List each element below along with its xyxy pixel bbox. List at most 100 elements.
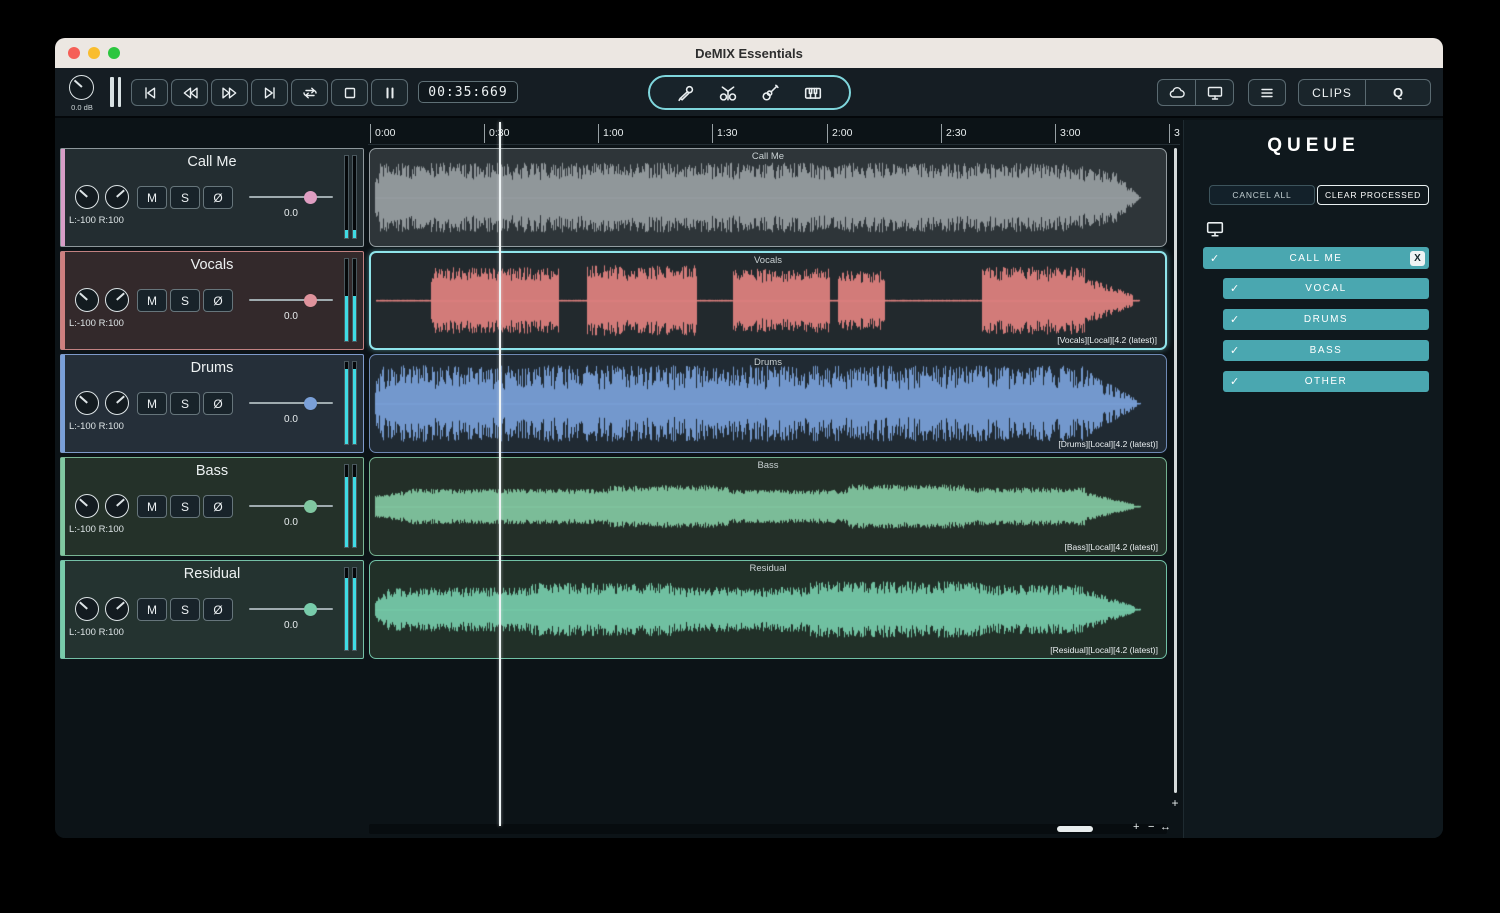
- queue-job-row[interactable]: ✓ CALL ME X: [1203, 247, 1429, 269]
- queue-stem-name: VOCAL: [1305, 283, 1347, 294]
- track-buttons: M S Ø: [137, 495, 233, 518]
- pan-right-knob[interactable]: [105, 494, 129, 518]
- timeline-tick: 1:30: [712, 124, 737, 143]
- rewind-button[interactable]: [171, 79, 208, 106]
- pause-button[interactable]: [371, 79, 408, 106]
- mute-button[interactable]: M: [137, 598, 167, 621]
- vertical-scrollbar[interactable]: [1174, 148, 1177, 793]
- minimize-window-button[interactable]: [88, 47, 100, 59]
- track-header-drums[interactable]: Drums M S Ø 0.0 L:-100 R:100: [60, 354, 364, 453]
- pan-left-knob[interactable]: [75, 185, 99, 209]
- monitor-icon: [1207, 86, 1222, 100]
- mute-button[interactable]: M: [137, 186, 167, 209]
- horizontal-scrollbar[interactable]: [369, 824, 1167, 834]
- skip-to-end-button[interactable]: [251, 79, 288, 106]
- drums-icon[interactable]: [716, 84, 740, 102]
- track-header-vocals[interactable]: Vocals M S Ø 0.0 L:-100 R:100: [60, 251, 364, 350]
- pan-right-knob[interactable]: [105, 597, 129, 621]
- volume-slider-handle[interactable]: [304, 499, 317, 513]
- check-icon: ✓: [1230, 283, 1240, 295]
- close-window-button[interactable]: [68, 47, 80, 59]
- local-process-button[interactable]: [1195, 79, 1234, 106]
- queue-button[interactable]: Q: [1365, 79, 1431, 106]
- solo-button[interactable]: S: [170, 392, 200, 415]
- solo-button[interactable]: S: [170, 495, 200, 518]
- volume-value: 0.0: [284, 517, 298, 528]
- solo-button[interactable]: S: [170, 186, 200, 209]
- master-gain-label: 0.0 dB: [71, 103, 93, 112]
- master-gain-knob[interactable]: [69, 75, 94, 100]
- zoom-window-button[interactable]: [108, 47, 120, 59]
- audio-region-call-me[interactable]: Call Me: [369, 148, 1167, 247]
- volume-slider[interactable]: [249, 601, 333, 617]
- phase-button[interactable]: Ø: [203, 186, 233, 209]
- zoom-fit-icon[interactable]: ↔: [1160, 821, 1171, 833]
- timeline-ruler[interactable]: 0:00 0:30 1:00 1:30 2:00 2:30 3:00 3: [368, 122, 1180, 145]
- pan-left-knob[interactable]: [75, 597, 99, 621]
- track-header-bass[interactable]: Bass M S Ø 0.0 L:-100 R:100: [60, 457, 364, 556]
- volume-value: 0.0: [284, 208, 298, 219]
- pan-right-knob[interactable]: [105, 391, 129, 415]
- volume-slider[interactable]: [249, 189, 333, 205]
- phase-button[interactable]: Ø: [203, 598, 233, 621]
- audio-region-vocals[interactable]: Vocals [Vocals][Local][4.2 (latest)]: [369, 251, 1167, 350]
- fast-forward-button[interactable]: [211, 79, 248, 106]
- solo-button[interactable]: S: [170, 598, 200, 621]
- mute-button[interactable]: M: [137, 392, 167, 415]
- waveform-canvas: [372, 151, 1164, 244]
- mute-button[interactable]: M: [137, 495, 167, 518]
- playhead[interactable]: [499, 122, 501, 826]
- stem-selector: [648, 75, 851, 110]
- remove-job-button[interactable]: X: [1410, 250, 1425, 266]
- phase-button[interactable]: Ø: [203, 289, 233, 312]
- audio-region-drums[interactable]: Drums [Drums][Local][4.2 (latest)]: [369, 354, 1167, 453]
- cloud-icon: [1169, 86, 1185, 98]
- fast-forward-icon: [221, 87, 236, 98]
- mute-button[interactable]: M: [137, 289, 167, 312]
- microphone-icon[interactable]: [674, 84, 696, 102]
- pan-left-knob[interactable]: [75, 288, 99, 312]
- pan-left-knob[interactable]: [75, 391, 99, 415]
- volume-slider[interactable]: [249, 498, 333, 514]
- pan-right-knob[interactable]: [105, 288, 129, 312]
- clips-button[interactable]: CLIPS: [1298, 79, 1366, 106]
- cloud-process-button[interactable]: [1157, 79, 1196, 106]
- volume-value: 0.0: [284, 311, 298, 322]
- loop-button[interactable]: [291, 79, 328, 106]
- region-title: Vocals: [754, 255, 782, 266]
- zoom-in-button[interactable]: +: [1133, 821, 1139, 833]
- guitar-icon[interactable]: [759, 84, 781, 102]
- volume-slider[interactable]: [249, 395, 333, 411]
- phase-button[interactable]: Ø: [203, 392, 233, 415]
- pan-left-knob[interactable]: [75, 494, 99, 518]
- volume-slider-handle[interactable]: [304, 396, 317, 410]
- solo-button[interactable]: S: [170, 289, 200, 312]
- volume-slider-handle[interactable]: [304, 190, 317, 204]
- cancel-all-button[interactable]: CANCEL ALL: [1209, 185, 1315, 205]
- piano-icon[interactable]: [801, 84, 825, 102]
- queue-stem-row-vocal[interactable]: ✓ VOCAL: [1223, 278, 1429, 299]
- track-header-residual[interactable]: Residual M S Ø 0.0 L:-100 R:100: [60, 560, 364, 659]
- waveform-canvas: [372, 563, 1164, 656]
- volume-slider-handle[interactable]: [304, 602, 317, 616]
- audio-region-bass[interactable]: Bass [Bass][Local][4.2 (latest)]: [369, 457, 1167, 556]
- queue-stem-row-drums[interactable]: ✓ DRUMS: [1223, 309, 1429, 330]
- timeline-tick: 2:00: [827, 124, 852, 143]
- vertical-zoom-button[interactable]: +: [1168, 796, 1182, 810]
- audio-region-residual[interactable]: Residual [Residual][Local][4.2 (latest)]: [369, 560, 1167, 659]
- menu-button[interactable]: [1248, 79, 1286, 106]
- queue-stem-row-other[interactable]: ✓ OTHER: [1223, 371, 1429, 392]
- phase-button[interactable]: Ø: [203, 495, 233, 518]
- queue-stem-row-bass[interactable]: ✓ BASS: [1223, 340, 1429, 361]
- pan-right-knob[interactable]: [105, 185, 129, 209]
- region-title: Call Me: [751, 151, 785, 162]
- zoom-out-button[interactable]: −: [1148, 821, 1154, 833]
- skip-to-start-button[interactable]: [131, 79, 168, 106]
- time-display: 00:35:669: [418, 81, 518, 103]
- stop-button[interactable]: [331, 79, 368, 106]
- clear-processed-button[interactable]: CLEAR PROCESSED: [1317, 185, 1429, 205]
- volume-slider[interactable]: [249, 292, 333, 308]
- track-header-call-me[interactable]: Call Me M S Ø 0.0 L:-100 R:100: [60, 148, 364, 247]
- horizontal-scrollbar-handle[interactable]: [1057, 826, 1093, 832]
- volume-slider-handle[interactable]: [304, 293, 317, 307]
